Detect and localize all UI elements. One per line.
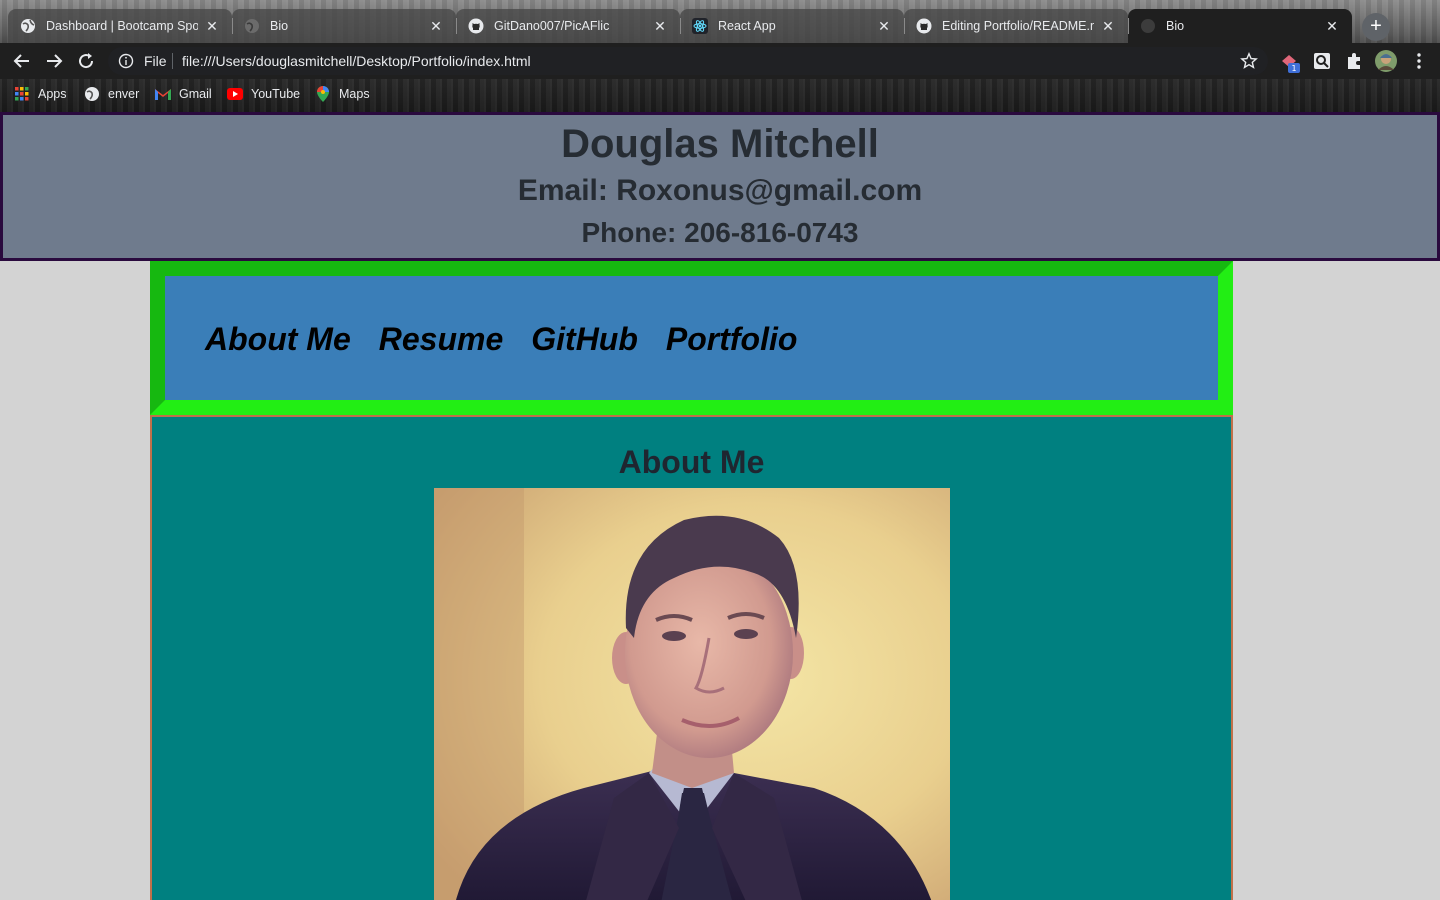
name-heading: Douglas Mitchell	[561, 122, 879, 166]
email-text: Email: Roxonus@gmail.com	[517, 174, 923, 207]
site-info-icon[interactable]	[118, 53, 134, 69]
tab-title: Bio	[1166, 19, 1185, 33]
close-tab-icon[interactable]: ✕	[652, 18, 668, 34]
profile-photo	[434, 488, 950, 900]
maps-pin-icon	[315, 86, 331, 102]
tab-bio[interactable]: Bio ✕	[232, 9, 456, 43]
tab-title: Bio	[270, 19, 289, 33]
new-tab-button[interactable]: +	[1362, 13, 1390, 41]
nav-links: About Me Resume GitHub Portfolio	[205, 321, 825, 358]
browser-chrome: Dashboard | Bootcamp Spot ✕ Bio ✕ GitDan…	[0, 0, 1440, 112]
bookmark-label: enver	[108, 87, 140, 101]
tab-title: Dashboard | Bootcamp Spot	[46, 19, 198, 33]
extension-icon[interactable]: 1	[1280, 51, 1300, 73]
tab-dashboard-bootcamp-spot[interactable]: Dashboard | Bootcamp Spot ✕	[8, 9, 232, 43]
close-tab-icon[interactable]: ✕	[428, 18, 444, 34]
github-icon	[916, 18, 932, 34]
github-icon	[468, 18, 484, 34]
close-tab-icon[interactable]: ✕	[1324, 18, 1340, 34]
bookmark-label: Gmail	[179, 87, 212, 101]
tab-title: Editing Portfolio/README.m	[942, 19, 1094, 33]
close-tab-icon[interactable]: ✕	[204, 18, 220, 34]
react-icon	[692, 18, 708, 34]
close-tab-icon[interactable]: ✕	[1100, 18, 1116, 34]
globe-icon	[1140, 18, 1156, 34]
bookmark-apps[interactable]: Apps	[14, 86, 67, 102]
bookmark-maps[interactable]: Maps	[315, 86, 370, 102]
extensions-puzzle-icon[interactable]	[1344, 51, 1364, 71]
globe-icon	[84, 86, 100, 102]
bio-header: Douglas Mitchell Email: Roxonus@gmail.co…	[0, 112, 1440, 261]
back-arrow-icon[interactable]	[10, 49, 34, 73]
scheme-label: File	[144, 53, 167, 69]
forward-arrow-icon[interactable]	[42, 49, 66, 73]
extension-badge: 1	[1291, 64, 1296, 73]
tab-editing-portfolio-readme[interactable]: Editing Portfolio/README.m ✕	[904, 9, 1128, 43]
nav-link-github[interactable]: GitHub	[531, 321, 638, 358]
address-divider	[172, 53, 173, 69]
phone-text: Phone: 206-816-0743	[581, 217, 859, 248]
bookmarks-bar: Apps enver Gmail YouTube Maps	[0, 79, 1440, 110]
nav-link-about-me[interactable]: About Me	[205, 321, 351, 358]
more-menu-icon[interactable]	[1409, 51, 1429, 71]
screenshot-extension-icon[interactable]	[1312, 51, 1332, 71]
nav-link-resume[interactable]: Resume	[379, 321, 504, 358]
section-title: About Me	[618, 444, 765, 480]
tab-gitdano007-picaflic[interactable]: GitDano007/PicAFlic ✕	[456, 9, 680, 43]
bookmark-label: YouTube	[251, 87, 301, 101]
nav-link-portfolio[interactable]: Portfolio	[666, 321, 798, 358]
bookmark-label: Apps	[38, 87, 67, 101]
profile-avatar[interactable]	[1375, 50, 1397, 72]
globe-icon	[20, 18, 36, 34]
youtube-icon	[227, 86, 243, 102]
address-bar[interactable]: File file:///Users/douglasmitchell/Deskt…	[108, 47, 1268, 75]
gmail-icon	[155, 86, 171, 102]
tab-title: React App	[718, 19, 776, 33]
tab-strip: Dashboard | Bootcamp Spot ✕ Bio ✕ GitDan…	[8, 9, 1352, 43]
browser-toolbar: File file:///Users/douglasmitchell/Deskt…	[0, 43, 1440, 79]
bookmark-star-icon[interactable]	[1240, 52, 1258, 70]
url-text[interactable]: file:///Users/douglasmitchell/Desktop/Po…	[182, 53, 531, 69]
close-tab-icon[interactable]: ✕	[876, 18, 892, 34]
globe-icon	[244, 18, 260, 34]
about-section: About Me	[150, 415, 1233, 900]
tab-react-app[interactable]: React App ✕	[680, 9, 904, 43]
bookmark-enver[interactable]: enver	[84, 86, 139, 102]
bookmark-label: Maps	[339, 87, 370, 101]
tab-bio-active[interactable]: Bio ✕	[1128, 9, 1352, 43]
main-nav: About Me Resume GitHub Portfolio	[150, 261, 1233, 415]
bookmark-gmail[interactable]: Gmail	[155, 86, 212, 102]
bookmark-youtube[interactable]: YouTube	[227, 86, 300, 102]
reload-icon[interactable]	[74, 49, 98, 73]
apps-grid-icon	[14, 86, 30, 102]
tab-title: GitDano007/PicAFlic	[494, 19, 610, 33]
